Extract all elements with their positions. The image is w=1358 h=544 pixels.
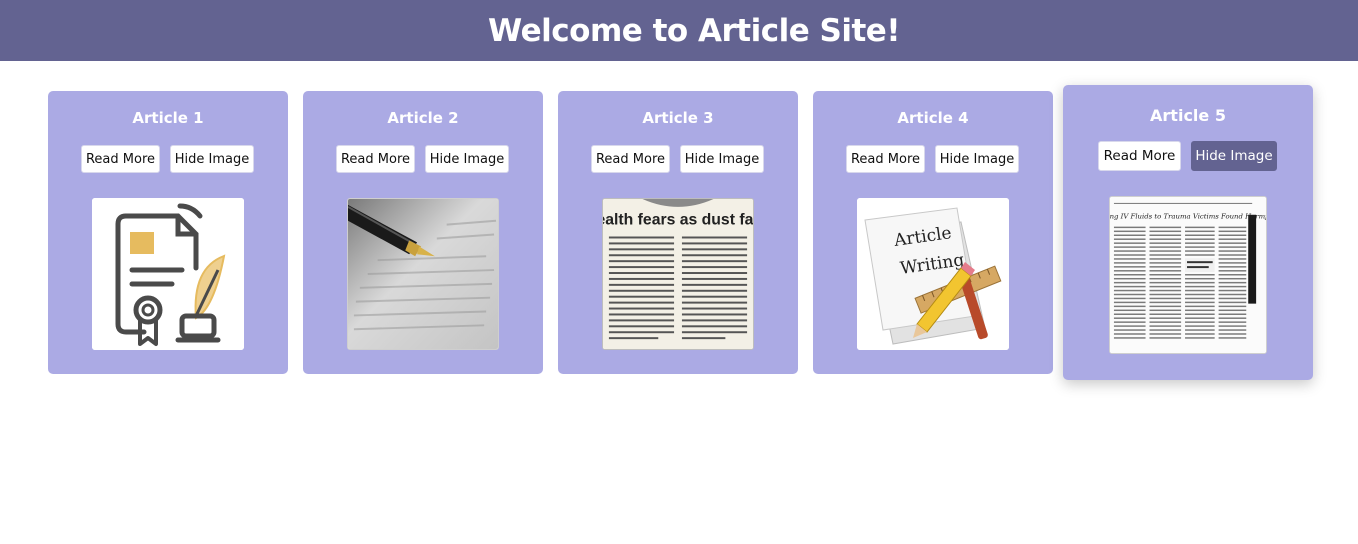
newspaper-headline: Giving IV Fluids to Trauma Victims Found… [1110,213,1266,221]
article-title: Article 5 [1150,106,1226,125]
newspaper-page: Giving IV Fluids to Trauma Victims Found… [1110,197,1266,353]
hide-image-button[interactable]: Hide Image [170,145,254,173]
article-image: Giving IV Fluids to Trauma Victims Found… [1109,196,1267,354]
article-title: Article 2 [387,109,459,127]
article-card-1: Article 1 Read More Hide Image [48,91,288,374]
hide-image-button[interactable]: Hide Image [1191,141,1277,171]
hide-image-button[interactable]: Hide Image [680,145,764,173]
page-title: Welcome to Article Site! [488,12,900,49]
read-more-button[interactable]: Read More [846,145,925,173]
read-more-button[interactable]: Read More [81,145,160,173]
article-card-2: Article 2 Read More Hide Image [303,91,543,374]
certificate-document-quill-icon [92,198,244,350]
read-more-button[interactable]: Read More [336,145,415,173]
hide-image-button[interactable]: Hide Image [935,145,1019,173]
article-title: Article 1 [132,109,204,127]
article-title: Article 4 [897,109,969,127]
article-title: Article 3 [642,109,714,127]
fountain-pen-on-book-photo [348,199,498,349]
read-more-button[interactable]: Read More [591,145,670,173]
newspaper-headline: Health fears as dust falls [603,212,753,229]
article-card-5: Article 5 Read More Hide Image Giving IV… [1063,85,1313,380]
article-card-4: Article 4 Read More Hide Image Article W… [813,91,1053,374]
article-image: Article Writing [857,198,1009,350]
article-image [92,198,244,350]
article-image [347,198,499,350]
read-more-button[interactable]: Read More [1098,141,1181,171]
article-writing-pencil-ruler-icon: Article Writing [857,198,1009,350]
article-image: Health fears as dust falls [602,198,754,350]
site-header: Welcome to Article Site! [0,0,1358,61]
article-card-3: Article 3 Read More Hide Image Health fe… [558,91,798,374]
newspaper-clipping: Health fears as dust falls [603,199,753,349]
hide-image-button[interactable]: Hide Image [425,145,509,173]
